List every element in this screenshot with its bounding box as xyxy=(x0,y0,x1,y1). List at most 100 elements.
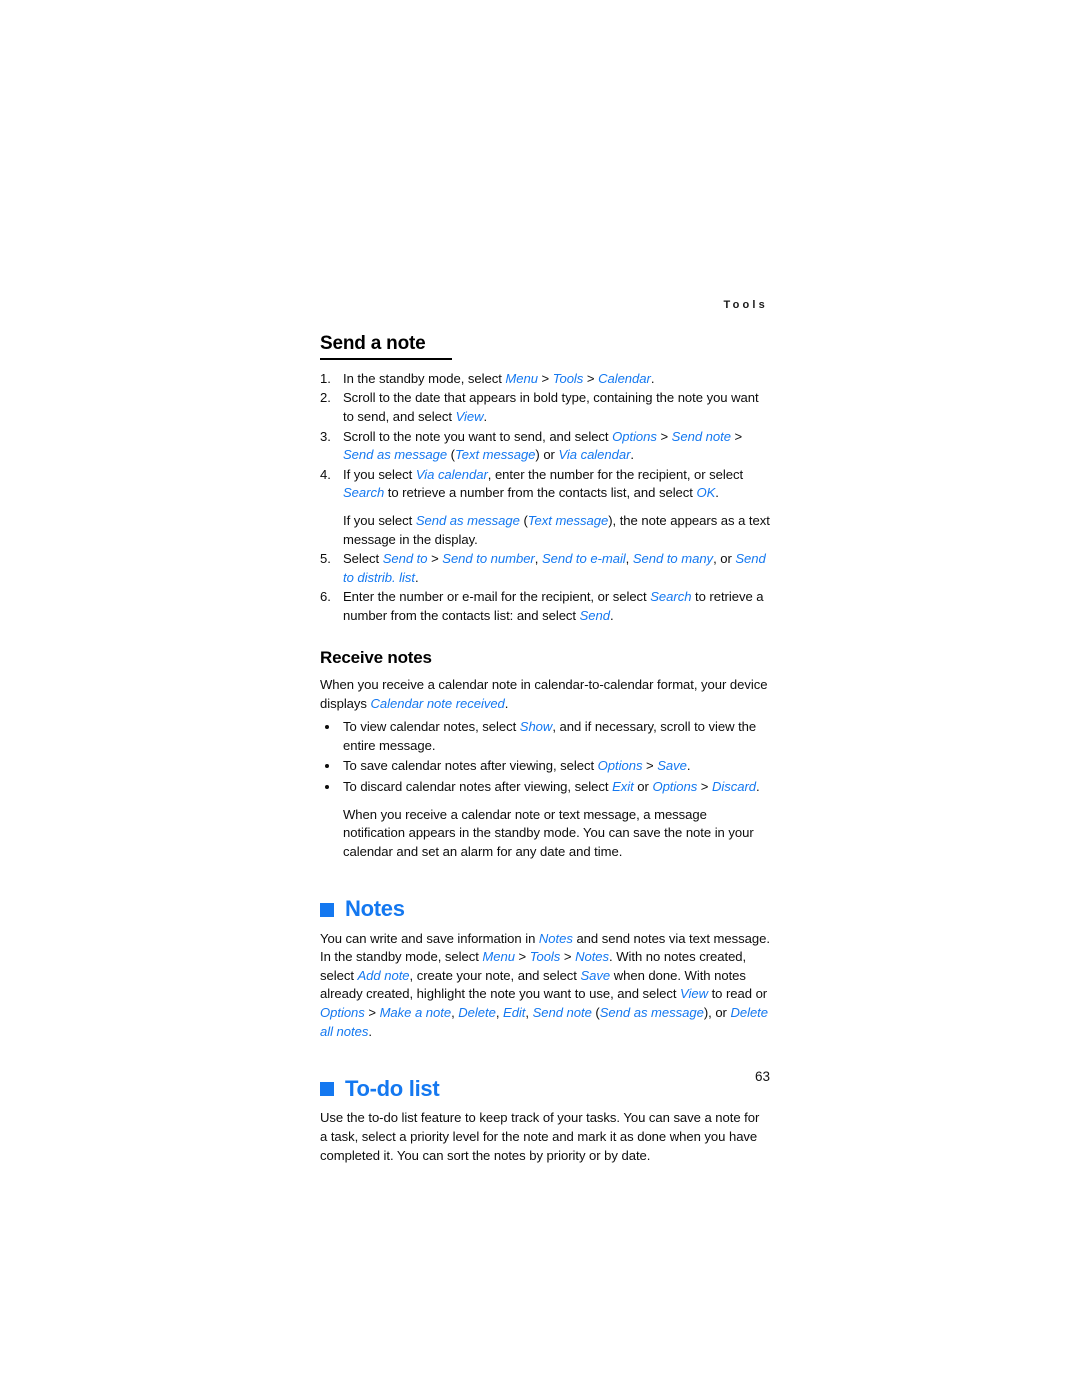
bullet-dot-icon xyxy=(325,764,329,769)
bullet-item: To discard calendar notes after viewing,… xyxy=(320,778,770,861)
text-run: . xyxy=(414,569,419,585)
text-run: , or xyxy=(713,551,736,567)
step-text: Scroll to the date that appears in bold … xyxy=(343,390,759,424)
ui-term: Options xyxy=(612,428,657,444)
ui-term: Send note xyxy=(671,428,731,444)
text-run: . xyxy=(650,370,655,386)
section-heading-send-a-note: Send a note xyxy=(320,333,770,360)
text-run: > xyxy=(583,370,599,386)
bullet-dot-icon xyxy=(325,785,329,790)
bullet-text: To save calendar notes after viewing, se… xyxy=(343,758,691,774)
step-number: 1. xyxy=(320,370,331,386)
text-run: . xyxy=(610,607,614,623)
blue-square-icon xyxy=(320,902,334,917)
step-text: If you select Via calendar, enter the nu… xyxy=(343,467,743,501)
numbered-step: 5. Select Send to > Send to number, Send … xyxy=(320,550,770,587)
text-run: , xyxy=(625,551,633,567)
ui-term: Options xyxy=(652,779,698,795)
ui-term: Search xyxy=(650,589,692,605)
receive-notes-intro: When you receive a calendar note in cale… xyxy=(320,676,770,713)
text-run: Scroll to the date that appears in bold … xyxy=(343,390,759,425)
text-run: , xyxy=(525,1005,533,1021)
numbered-step: 6. Enter the number or e-mail for the rec… xyxy=(320,588,770,625)
text-run: to retrieve a number from the contacts l… xyxy=(384,485,697,501)
text-run: , enter the number for the recipient, or… xyxy=(487,466,744,482)
ui-term: Send to many xyxy=(632,551,714,567)
text-run: . xyxy=(483,409,488,425)
numbered-step: 3. Scroll to the note you want to send, a… xyxy=(320,428,770,465)
receive-notes-bullets: To view calendar notes, select Show, and… xyxy=(320,718,770,861)
ui-term: Notes xyxy=(538,930,573,946)
numbered-step: 4. If you select Via calendar, enter the … xyxy=(320,466,770,549)
ui-term: Send to number xyxy=(442,551,535,567)
ui-term: Search xyxy=(343,485,385,501)
notes-body: You can write and save information in No… xyxy=(320,930,770,1042)
bullet-dot-icon xyxy=(325,725,329,730)
section-heading-notes: Notes xyxy=(320,897,770,921)
text-run: > xyxy=(730,428,743,444)
ui-term: Delete xyxy=(458,1005,496,1021)
ui-term: Edit xyxy=(503,1005,526,1021)
ui-term: Send as message xyxy=(415,513,520,528)
text-run: In the standby mode, select xyxy=(343,370,506,386)
ui-term: Add note xyxy=(357,967,410,983)
bullet-item: To save calendar notes after viewing, se… xyxy=(320,757,770,776)
numbered-step: 1. In the standby mode, select Menu > Too… xyxy=(320,370,770,389)
ui-term: Tools xyxy=(552,370,584,386)
text-run: When you receive a calendar note or text… xyxy=(343,806,754,859)
text-run: If you select xyxy=(343,513,416,528)
ui-term: Show xyxy=(519,719,553,735)
text-run: ( xyxy=(447,447,455,463)
ui-term: Send xyxy=(579,607,610,623)
ui-term: Text message xyxy=(527,513,609,528)
ui-term: Exit xyxy=(612,779,634,795)
ui-term: Menu xyxy=(505,370,538,386)
ui-term: Send as message xyxy=(343,447,448,463)
page-number: 63 xyxy=(754,1069,770,1084)
ui-term: Send to xyxy=(382,551,428,567)
step-extra-paragraph: If you select Send as message (Text mess… xyxy=(343,512,770,549)
send-a-note-steps: 1. In the standby mode, select Menu > Too… xyxy=(320,370,770,626)
text-run: . xyxy=(756,779,760,795)
heading-underline-rule xyxy=(320,357,452,360)
text-run: . xyxy=(630,447,634,463)
ui-term: Options xyxy=(320,1005,365,1021)
text-run: Use the to-do list feature to keep track… xyxy=(320,1110,760,1163)
text-run: > xyxy=(697,779,712,795)
ui-term: Notes xyxy=(575,949,610,965)
step-text: Enter the number or e-mail for the recip… xyxy=(343,589,764,623)
ui-term: Save xyxy=(580,967,611,983)
text-run: , xyxy=(534,551,542,567)
ui-term: Via calendar xyxy=(415,466,488,482)
text-run: Select xyxy=(343,551,383,567)
page-content: Tools Send a note 1. In the standby mode,… xyxy=(320,300,770,1165)
ui-term: View xyxy=(680,986,708,1002)
ui-term: Menu xyxy=(482,949,515,965)
text-run: > xyxy=(560,949,576,965)
running-header: Tools xyxy=(723,299,768,311)
text-run: > xyxy=(427,551,443,567)
text-run: ), or xyxy=(703,1005,731,1021)
ui-term: Make a note xyxy=(379,1005,452,1021)
text-run: , xyxy=(495,1005,504,1021)
text-run: . xyxy=(715,485,719,501)
text-run: ( xyxy=(519,513,528,528)
section-heading-send-a-note-label: Send a note xyxy=(320,333,426,354)
text-run: To save calendar notes after viewing, se… xyxy=(343,758,598,774)
text-run: > xyxy=(364,1005,380,1021)
text-run: > xyxy=(656,428,672,444)
ui-term: Save xyxy=(657,758,687,774)
section-heading-notes-label: Notes xyxy=(345,896,405,922)
ui-term: View xyxy=(455,409,484,425)
text-run: . xyxy=(686,758,691,774)
text-run: You can write and save information in xyxy=(320,930,539,946)
step-number: 4. xyxy=(320,466,331,482)
text-run: > xyxy=(537,370,553,386)
text-run: or xyxy=(633,779,653,795)
ui-term: Tools xyxy=(529,949,561,965)
text-run: > xyxy=(514,949,530,965)
ui-term: Options xyxy=(597,758,643,774)
todo-list-body: Use the to-do list feature to keep track… xyxy=(320,1109,770,1165)
section-heading-receive-notes: Receive notes xyxy=(320,647,432,667)
document-page: Tools Send a note 1. In the standby mode,… xyxy=(0,0,1080,1397)
